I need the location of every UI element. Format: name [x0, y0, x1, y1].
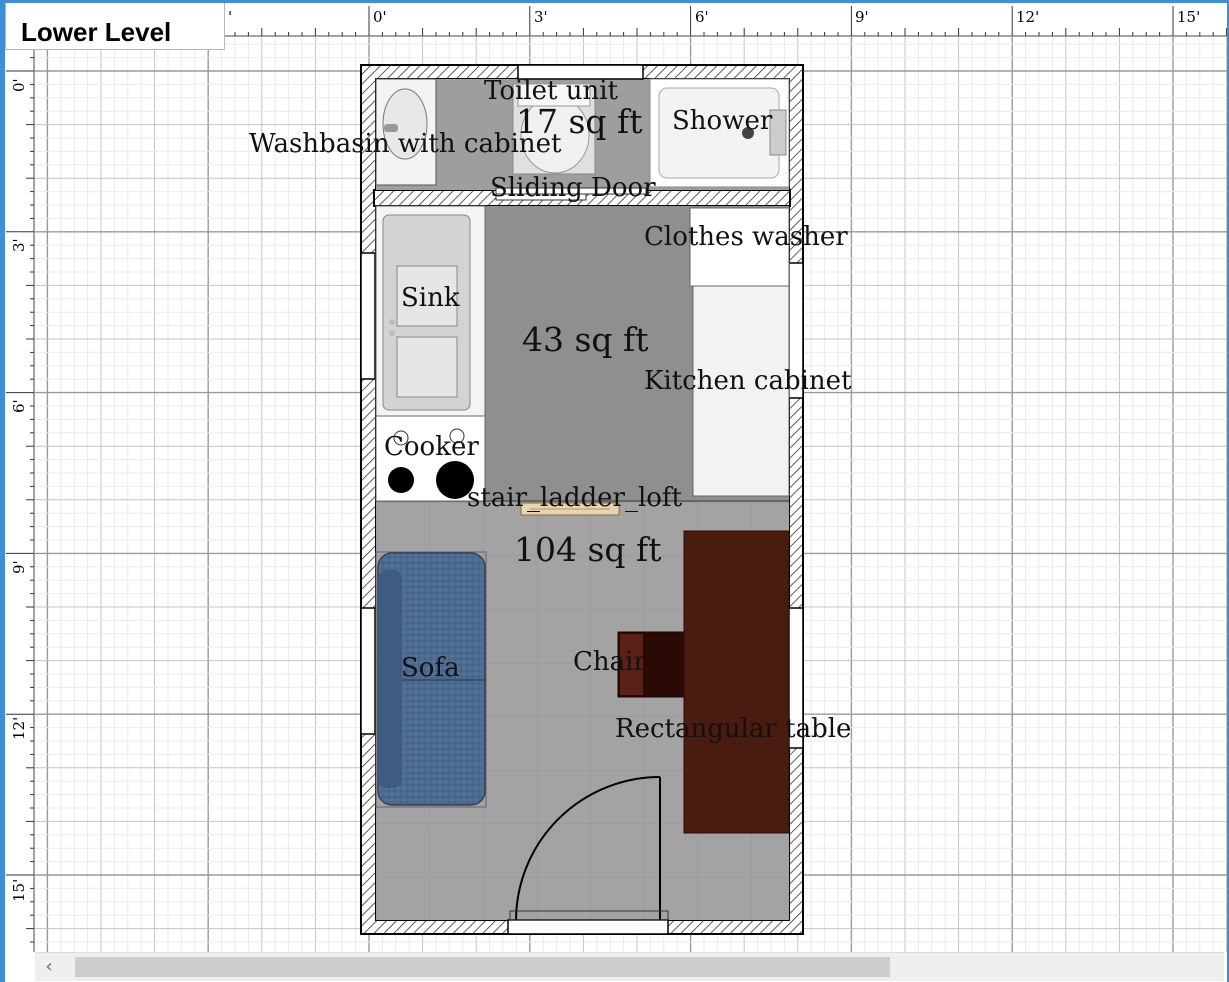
kitchen-cabinet-label: Kitchen cabinet — [644, 366, 852, 396]
ruler-v-label-3: 9' — [10, 560, 28, 574]
horizontal-ruler[interactable]: ' 0' 3' 6' 9' 12' 15' — [225, 3, 1229, 37]
floor-plan-editor: ' 0' 3' 6' 9' 12' 15' 0' 3' 6' 9' 12' 15… — [0, 0, 1229, 982]
rectangular-table[interactable] — [683, 530, 790, 834]
ruler-h-label-3: 6' — [695, 8, 709, 26]
ruler-h-label-2: 3' — [534, 8, 548, 26]
ruler-h-label-5: 12' — [1016, 8, 1039, 26]
scroll-left-arrow-icon[interactable]: ‹ — [39, 955, 59, 979]
ruler-h-label-1: 0' — [373, 8, 387, 26]
chair-label: Chair — [573, 647, 646, 677]
ruler-v-label-5: 15' — [10, 879, 28, 902]
ruler-h-label-4: 9' — [855, 8, 869, 26]
clothes-washer-label: Clothes washer — [644, 222, 848, 252]
ruler-v-label-4: 12' — [10, 717, 28, 740]
sink-label: Sink — [401, 283, 460, 313]
horizontal-scrollbar[interactable]: ‹ — [35, 952, 1224, 981]
sofa-label: Sofa — [401, 653, 460, 683]
ruler-h-label-6: 15' — [1177, 8, 1200, 26]
scroll-thumb[interactable] — [75, 957, 890, 977]
stair-label: stair_ladder_loft — [467, 483, 682, 513]
level-tab-label: Lower Level — [21, 17, 172, 47]
sliding-door-label: Sliding Door — [490, 173, 656, 203]
cooker-label: Cooker — [384, 432, 479, 462]
ruler-h-label-0: ' — [228, 8, 232, 26]
vertical-ruler[interactable]: 0' 3' 6' 9' 12' 15' — [5, 50, 35, 952]
living-area-label: 104 sq ft — [514, 530, 662, 569]
shower-label: Shower — [672, 106, 773, 136]
window-frame-left — [0, 0, 5, 982]
ruler-v-label-1: 3' — [10, 238, 28, 252]
ruler-v-label-2: 6' — [10, 399, 28, 413]
table-label: Rectangular table — [615, 714, 852, 744]
kitchen-area-label: 43 sq ft — [522, 320, 649, 359]
washbasin-label: Washbasin with cabinet — [249, 129, 562, 159]
level-tab-lower[interactable]: Lower Level — [5, 3, 225, 50]
ruler-v-label-0: 0' — [10, 78, 28, 92]
